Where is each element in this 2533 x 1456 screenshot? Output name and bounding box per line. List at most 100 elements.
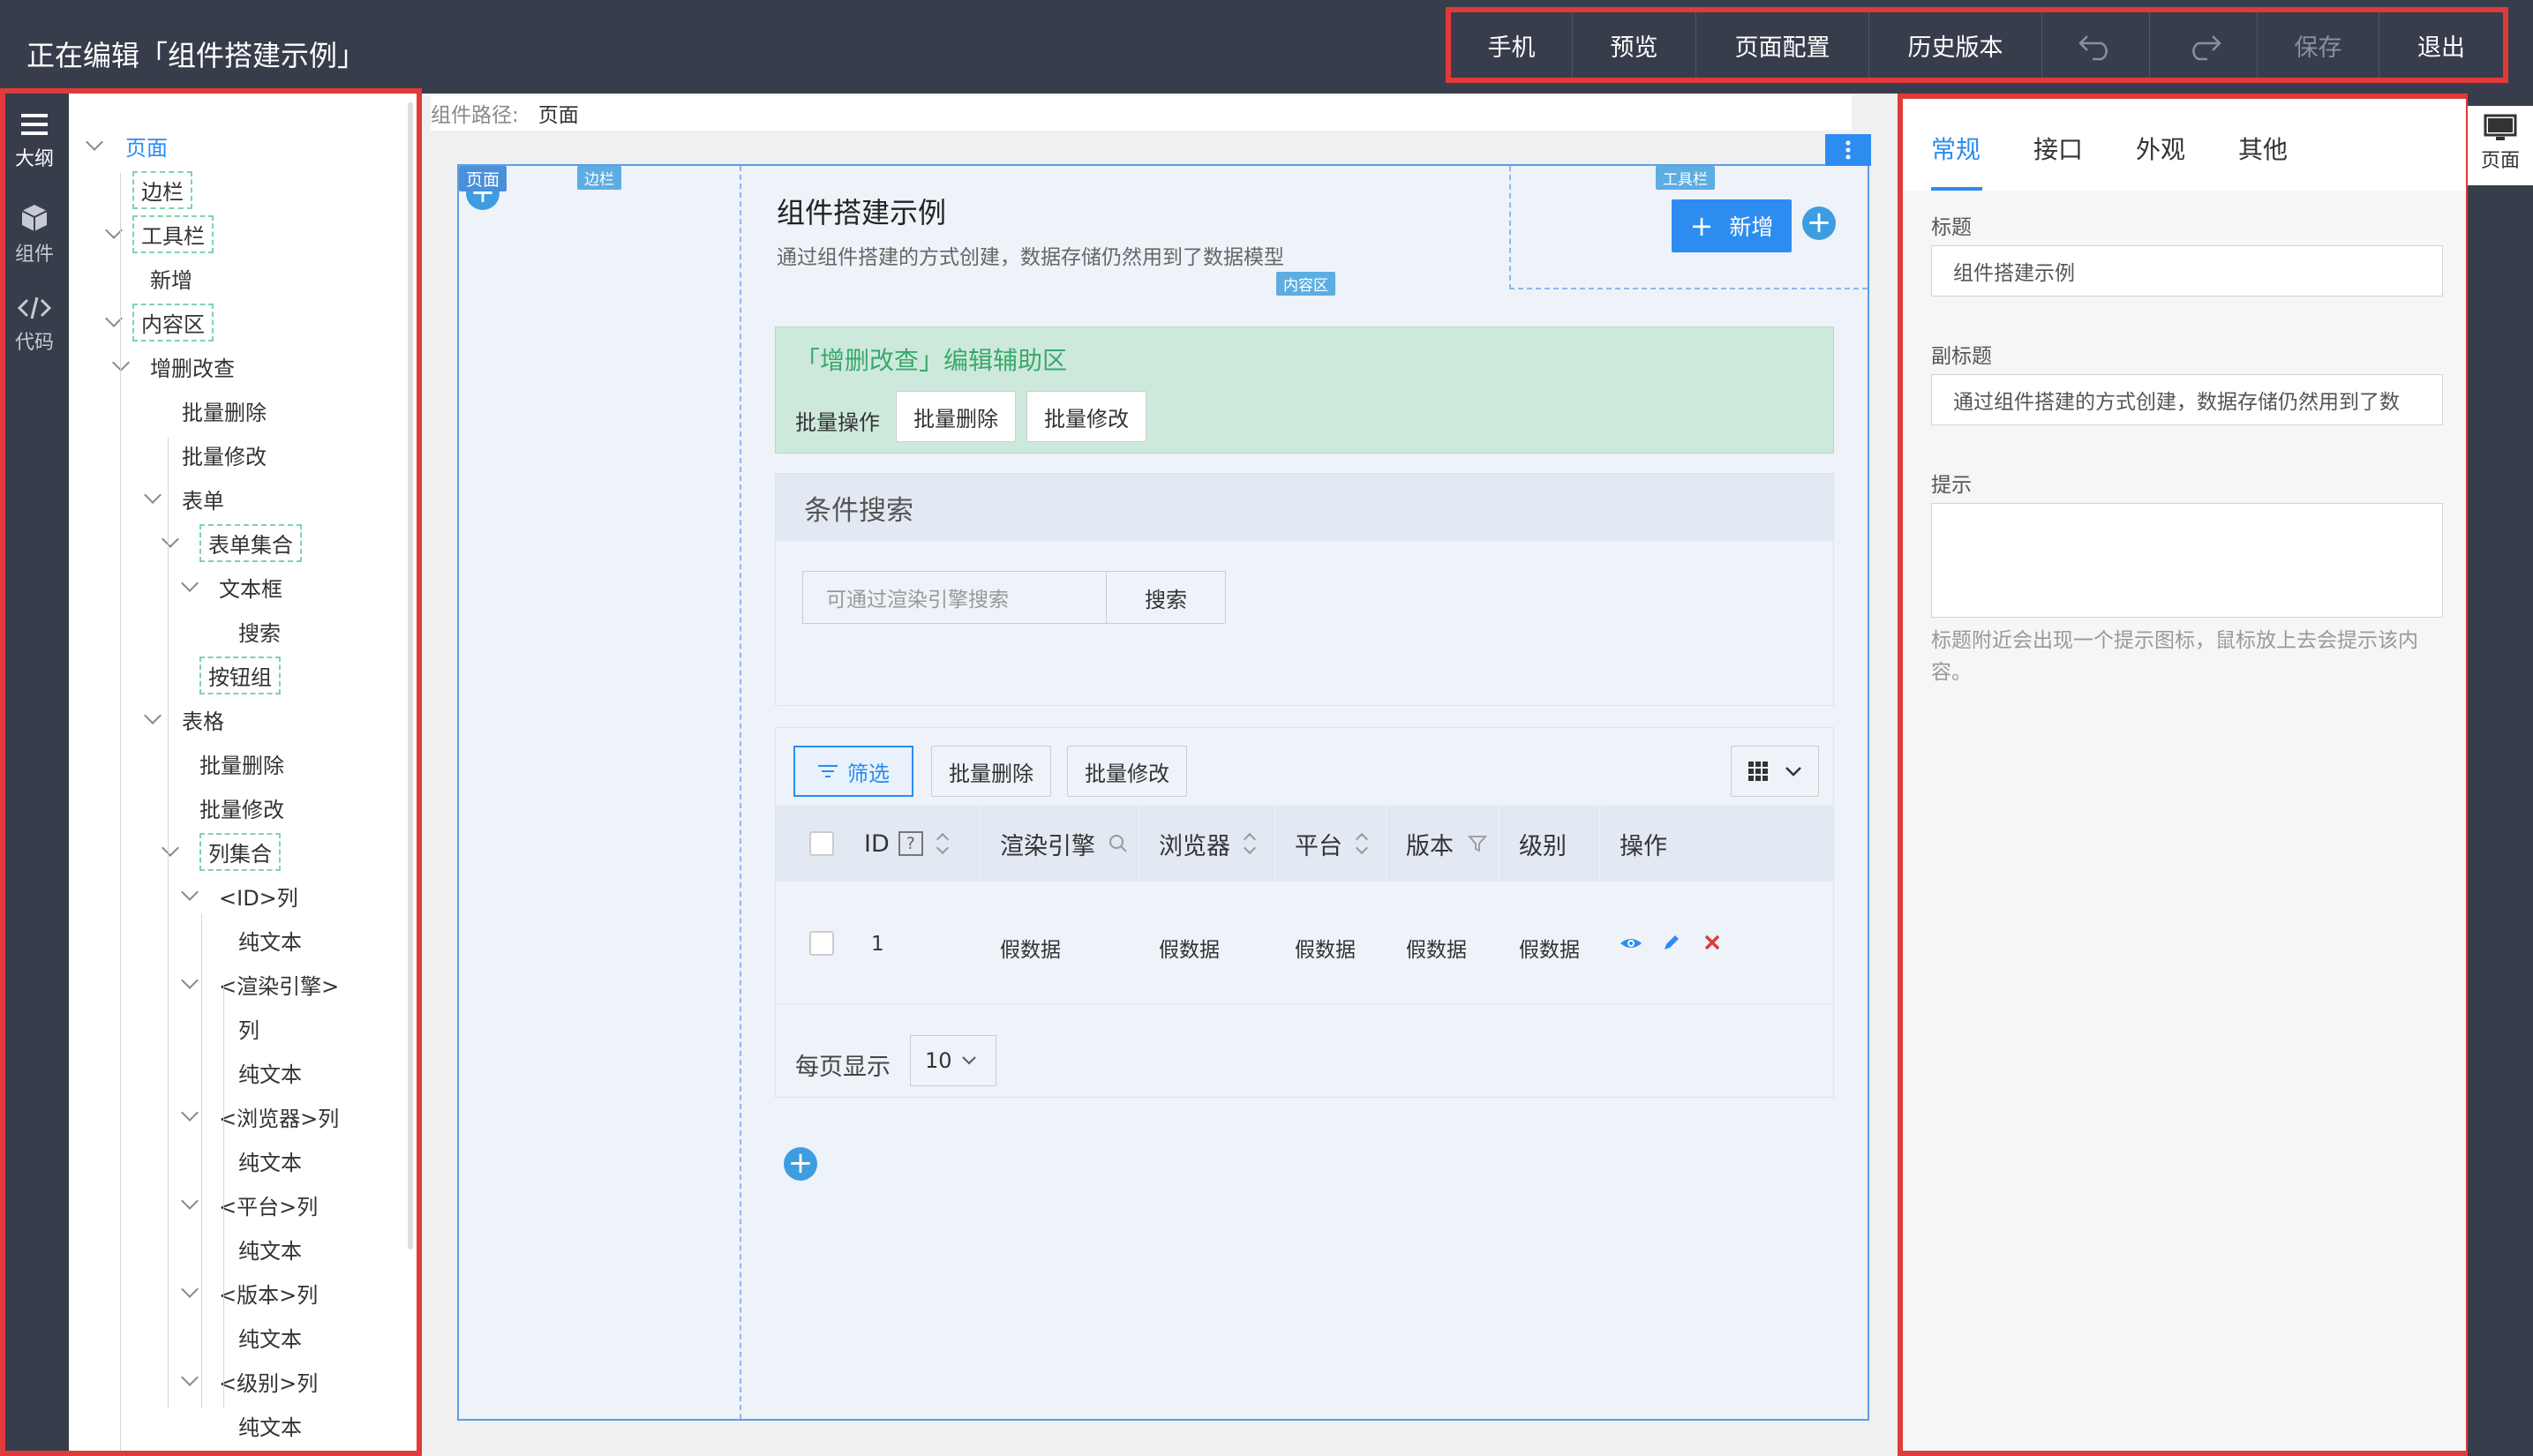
outline-node[interactable]: 新增 [150, 263, 192, 294]
subtitle-field[interactable]: 通过组件搭建的方式创建，数据存储仍然用到了数 [1931, 374, 2443, 425]
outline-node[interactable]: 表单集合 [199, 524, 302, 562]
chevron-down-icon[interactable] [181, 574, 199, 592]
outline-node[interactable]: <浏览器>列 [219, 1101, 339, 1132]
sort-icon[interactable] [936, 831, 950, 856]
preview-button[interactable]: 预览 [1573, 12, 1696, 78]
outline-node[interactable]: <平台>列 [219, 1190, 318, 1220]
outline-node[interactable]: <ID>列 [219, 881, 298, 912]
mobile-button[interactable]: 手机 [1451, 12, 1573, 78]
remark-field[interactable] [1931, 503, 2443, 618]
rail-outline[interactable]: 大纲 [0, 111, 69, 171]
sort-icon[interactable] [1243, 831, 1257, 856]
chevron-down-icon[interactable] [181, 1192, 199, 1210]
chevron-down-icon[interactable] [162, 839, 179, 857]
chevron-down-icon[interactable] [181, 883, 199, 901]
save-button[interactable]: 保存 [2258, 12, 2379, 78]
component-path-value[interactable]: 页面 [538, 98, 579, 128]
outline-node[interactable]: 纯文本 [238, 1234, 302, 1265]
per-page-label: 每页显示 [795, 1054, 891, 1081]
filter-button[interactable]: 筛选 [793, 746, 913, 797]
column-header-platform[interactable]: 平台 [1275, 806, 1387, 882]
outline-node[interactable]: 表单 [182, 484, 224, 514]
page-config-button[interactable]: 页面配置 [1696, 12, 1869, 78]
column-toggle-button[interactable] [1731, 746, 1819, 797]
chevron-down-icon[interactable] [181, 972, 199, 989]
edit-pencil-icon[interactable] [1662, 933, 1681, 952]
outline-node[interactable]: 文本框 [219, 572, 282, 603]
outline-node[interactable]: 页面 [125, 131, 168, 161]
column-header-id[interactable]: ID ? [864, 806, 981, 882]
outline-node[interactable]: 纯文本 [238, 1322, 302, 1353]
rail-page[interactable]: 页面 [2468, 106, 2533, 185]
toolbar-add-icon[interactable]: + [1802, 206, 1836, 240]
outline-node[interactable]: 批量删除 [182, 395, 267, 426]
column-header-version[interactable]: 版本 [1387, 806, 1500, 882]
search-icon[interactable] [1108, 833, 1129, 854]
tab-appearance[interactable]: 外观 [2136, 131, 2185, 166]
outline-node[interactable]: 边栏 [132, 171, 192, 209]
column-header-engine[interactable]: 渲染引擎 [981, 806, 1139, 882]
outline-node[interactable]: <渲染引擎> [219, 969, 339, 1000]
helper-batch-delete-button[interactable]: 批量删除 [896, 391, 1016, 442]
tab-api[interactable]: 接口 [2033, 131, 2083, 166]
funnel-filter-icon[interactable] [1468, 834, 1487, 853]
outline-node[interactable]: <级别>列 [219, 1366, 318, 1397]
column-header-grade[interactable]: 级别 [1500, 806, 1600, 882]
chevron-down-icon[interactable] [144, 707, 162, 724]
table-batch-delete-button[interactable]: 批量删除 [931, 746, 1051, 797]
per-page-select[interactable]: 10 [910, 1035, 996, 1086]
rail-components[interactable]: 组件 [0, 203, 69, 266]
column-header-browser[interactable]: 浏览器 [1139, 806, 1275, 882]
chevron-down-icon[interactable] [144, 486, 162, 504]
chevron-down-icon[interactable] [181, 1369, 199, 1386]
tab-other[interactable]: 其他 [2238, 131, 2288, 166]
page-subtitle[interactable]: 通过组件搭建的方式创建，数据存储仍然用到了数据模型 [777, 240, 1284, 270]
sidebar-region[interactable]: + [459, 166, 741, 1419]
helper-batch-edit-button[interactable]: 批量修改 [1026, 391, 1146, 442]
outline-node[interactable]: 列集合 [199, 833, 281, 871]
search-input[interactable]: 可通过渲染引擎搜索 [802, 571, 1108, 624]
redo-button[interactable] [2150, 12, 2258, 78]
content-add-icon[interactable]: + [784, 1147, 817, 1181]
title-field[interactable]: 组件搭建示例 [1931, 245, 2443, 296]
outline-node[interactable]: 表格 [182, 704, 224, 735]
chevron-down-icon[interactable] [86, 133, 103, 151]
outline-node[interactable]: 纯文本 [238, 1057, 302, 1088]
outline-node[interactable]: 纯文本 [238, 1410, 302, 1441]
table-batch-edit-button[interactable]: 批量修改 [1067, 746, 1187, 797]
outline-node[interactable]: 批量删除 [199, 748, 284, 779]
tab-general[interactable]: 常规 [1931, 131, 1981, 166]
outline-node[interactable]: <版本>列 [219, 1278, 318, 1309]
delete-x-icon[interactable] [1704, 934, 1720, 950]
rail-code[interactable]: 代码 [0, 295, 69, 355]
undo-button[interactable] [2042, 12, 2150, 78]
outline-node[interactable]: 批量修改 [199, 792, 284, 823]
outline-node[interactable]: 增删改查 [150, 351, 235, 382]
outline-node[interactable]: 列 [238, 1013, 259, 1044]
chevron-down-icon[interactable] [112, 354, 130, 372]
crud-helper-area[interactable]: 「增删改查」编辑辅助区 批量操作 批量删除 批量修改 [775, 326, 1834, 454]
row-checkbox[interactable] [809, 931, 834, 956]
select-all-checkbox[interactable] [809, 831, 834, 856]
outline-node[interactable]: 批量修改 [182, 439, 267, 470]
outline-scrollbar[interactable] [408, 102, 413, 1250]
page-title[interactable]: 组件搭建示例 [777, 191, 946, 231]
history-button[interactable]: 历史版本 [1869, 12, 2042, 78]
chevron-down-icon[interactable] [162, 530, 179, 548]
chevron-down-icon[interactable] [181, 1104, 199, 1122]
outline-node[interactable]: 纯文本 [238, 1145, 302, 1176]
more-options-button[interactable] [1825, 134, 1871, 166]
search-button[interactable]: 搜索 [1106, 571, 1226, 624]
view-eye-icon[interactable] [1620, 934, 1642, 952]
outline-node[interactable]: 按钮组 [199, 657, 281, 694]
exit-button[interactable]: 退出 [2379, 12, 2503, 78]
sort-icon[interactable] [1355, 831, 1369, 856]
add-button[interactable]: + 新增 [1672, 199, 1792, 252]
help-icon[interactable]: ? [898, 831, 923, 856]
outline-node[interactable]: 纯文本 [238, 925, 302, 956]
chevron-down-icon[interactable] [181, 1280, 199, 1298]
outline-node[interactable]: 搜索 [238, 616, 281, 647]
outline-node[interactable]: 工具栏 [132, 215, 214, 253]
page-canvas[interactable]: + + 新增 + 组件搭建示例 通过组件搭建的方式创建，数据存储仍然用到了数据模… [457, 134, 1871, 1421]
outline-node[interactable]: 内容区 [132, 304, 214, 341]
